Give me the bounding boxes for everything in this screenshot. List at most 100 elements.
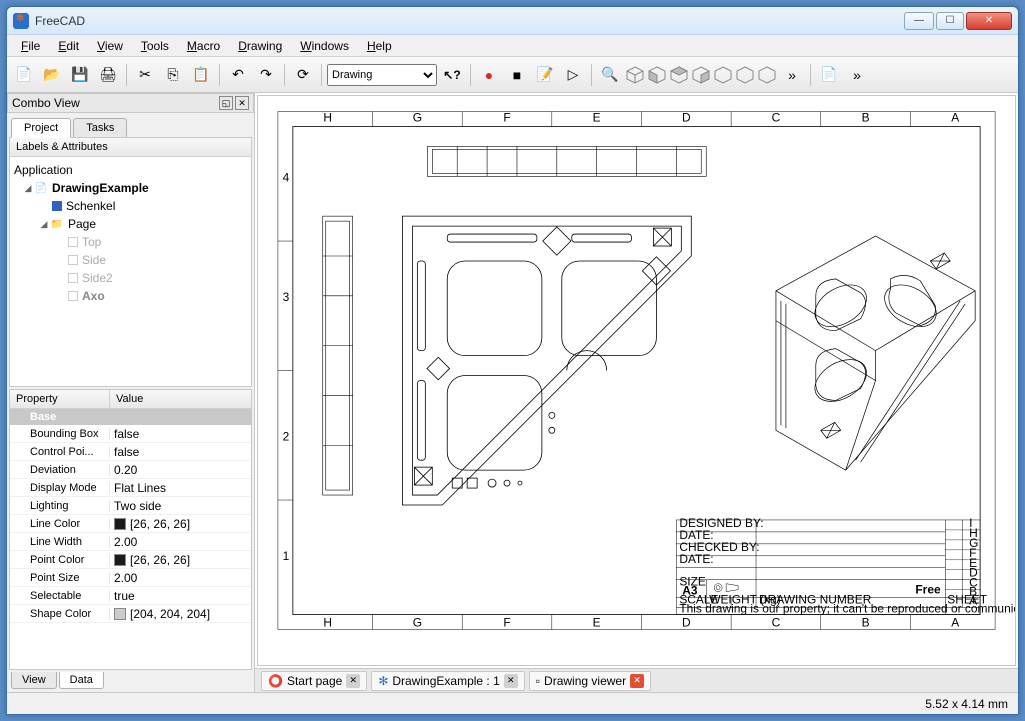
menu-tools[interactable]: Tools — [133, 37, 177, 55]
menu-edit[interactable]: Edit — [50, 37, 87, 55]
property-row[interactable]: Shape Color[204, 204, 204] — [10, 605, 251, 623]
cut-button[interactable]: ✂ — [132, 62, 158, 88]
edit-macro-button[interactable]: 📝 — [532, 62, 558, 88]
svg-text:D: D — [682, 111, 691, 125]
tab-project[interactable]: Project — [11, 118, 71, 138]
workbench-select[interactable]: Drawing — [327, 64, 437, 86]
tree-document[interactable]: ◢📄DrawingExample — [14, 179, 247, 197]
property-panel: Property Value Base Bounding BoxfalseCon… — [9, 389, 252, 670]
record-macro-button[interactable]: ● — [476, 62, 502, 88]
close-tab-icon[interactable]: ✕ — [346, 674, 360, 688]
drawing-canvas[interactable]: HGFEDCBA HGFEDCBA 4321 — [257, 95, 1016, 666]
tree-item-side[interactable]: Side — [14, 251, 247, 269]
svg-text:A: A — [951, 111, 959, 125]
view-icon — [68, 255, 78, 265]
titlebar[interactable]: FreeCAD — ☐ ✕ — [7, 7, 1018, 35]
undock-button[interactable]: ◱ — [219, 96, 233, 110]
property-row[interactable]: Control Poi...false — [10, 443, 251, 461]
tree-item-axo[interactable]: Axo — [14, 287, 247, 305]
undo-button[interactable]: ↶ — [225, 62, 251, 88]
new-button[interactable]: 📄 — [11, 62, 37, 88]
tree-item-page[interactable]: ◢📁Page — [14, 215, 247, 233]
color-swatch — [114, 608, 126, 620]
view-bottom-button[interactable] — [735, 65, 755, 85]
close-button[interactable]: ✕ — [966, 12, 1012, 30]
statusbar: 5.52 x 4.14 mm — [7, 692, 1018, 714]
svg-text:Free: Free — [915, 583, 941, 597]
toolbar-overflow-2[interactable]: » — [844, 62, 870, 88]
tree-item-top[interactable]: Top — [14, 233, 247, 251]
close-tab-icon[interactable]: ✕ — [630, 674, 644, 688]
view-icon — [68, 291, 78, 301]
tab-data[interactable]: Data — [59, 672, 104, 689]
property-row[interactable]: Line Width2.00 — [10, 533, 251, 551]
view-rear-button[interactable] — [713, 65, 733, 85]
stop-macro-button[interactable]: ■ — [504, 62, 530, 88]
view-top-button[interactable] — [669, 65, 689, 85]
save-button[interactable]: 💾 — [67, 62, 93, 88]
maximize-button[interactable]: ☐ — [936, 12, 964, 30]
document-tabs: ⭕Start page✕ ✻DrawingExample : 1✕ ▫Drawi… — [255, 668, 1018, 692]
folder-icon: 📁 — [50, 217, 64, 231]
color-swatch — [114, 554, 126, 566]
close-tab-icon[interactable]: ✕ — [504, 674, 518, 688]
refresh-button[interactable]: ⟳ — [290, 62, 316, 88]
menu-macro[interactable]: Macro — [179, 37, 228, 55]
view-front-button[interactable] — [647, 65, 667, 85]
view-iso-button[interactable] — [625, 65, 645, 85]
svg-text:B: B — [862, 111, 870, 125]
svg-text:A: A — [969, 594, 977, 608]
menu-file[interactable]: File — [13, 37, 48, 55]
doc-tab-viewer[interactable]: ▫Drawing viewer✕ — [529, 671, 651, 691]
property-row[interactable]: Selectabletrue — [10, 587, 251, 605]
prop-col-property[interactable]: Property — [10, 390, 110, 408]
svg-text:2: 2 — [283, 429, 290, 443]
tab-tasks[interactable]: Tasks — [73, 118, 127, 137]
home-icon: ⭕ — [268, 674, 283, 688]
property-row[interactable]: Deviation0.20 — [10, 461, 251, 479]
open-button[interactable]: 📂 — [39, 62, 65, 88]
combo-view-header[interactable]: Combo View ◱ ✕ — [7, 93, 254, 113]
menu-drawing[interactable]: Drawing — [230, 37, 290, 55]
property-row[interactable]: Bounding Boxfalse — [10, 425, 251, 443]
property-row[interactable]: Line Color[26, 26, 26] — [10, 515, 251, 533]
doc-tab-example[interactable]: ✻DrawingExample : 1✕ — [371, 671, 524, 691]
property-row[interactable]: Point Color[26, 26, 26] — [10, 551, 251, 569]
panel-close-button[interactable]: ✕ — [235, 96, 249, 110]
svg-text:G: G — [413, 111, 422, 125]
tree-item-schenkel[interactable]: Schenkel — [14, 197, 247, 215]
toolbar-overflow-1[interactable]: » — [779, 62, 805, 88]
tree-header: Labels & Attributes — [10, 138, 251, 157]
paste-button[interactable]: 📋 — [188, 62, 214, 88]
property-row[interactable]: LightingTwo side — [10, 497, 251, 515]
property-row[interactable]: Display ModeFlat Lines — [10, 479, 251, 497]
print-button[interactable]: 🖨 — [95, 62, 121, 88]
copy-button[interactable]: ⎘ — [160, 62, 186, 88]
menubar: File Edit View Tools Macro Drawing Windo… — [7, 35, 1018, 57]
play-macro-button[interactable]: ▷ — [560, 62, 586, 88]
view-left-button[interactable] — [757, 65, 777, 85]
view-right-button[interactable] — [691, 65, 711, 85]
minimize-button[interactable]: — — [904, 12, 934, 30]
zoom-fit-button[interactable]: 🔍 — [597, 62, 623, 88]
combo-view-panel: Combo View ◱ ✕ Project Tasks Labels & At… — [7, 93, 255, 692]
app-window: FreeCAD — ☐ ✕ File Edit View Tools Macro… — [6, 6, 1019, 715]
menu-windows[interactable]: Windows — [292, 37, 357, 55]
whatsthis-button[interactable]: ↖? — [439, 62, 465, 88]
redo-button[interactable]: ↷ — [253, 62, 279, 88]
svg-text:E: E — [593, 111, 601, 125]
document-icon: 📄 — [34, 181, 48, 195]
prop-col-value[interactable]: Value — [110, 390, 149, 408]
tab-view[interactable]: View — [11, 672, 57, 689]
coordinates-display: 5.52 x 4.14 mm — [925, 697, 1008, 711]
property-row[interactable]: Point Size2.00 — [10, 569, 251, 587]
svg-text:A: A — [951, 616, 959, 630]
menu-view[interactable]: View — [89, 37, 131, 55]
new-page-button[interactable]: 📄 — [816, 62, 842, 88]
tree-item-side2[interactable]: Side2 — [14, 269, 247, 287]
menu-help[interactable]: Help — [359, 37, 400, 55]
prop-group-base[interactable]: Base — [10, 409, 251, 425]
svg-text:D: D — [682, 616, 691, 630]
doc-tab-start[interactable]: ⭕Start page✕ — [261, 671, 367, 691]
tree-root[interactable]: Application — [14, 161, 247, 179]
